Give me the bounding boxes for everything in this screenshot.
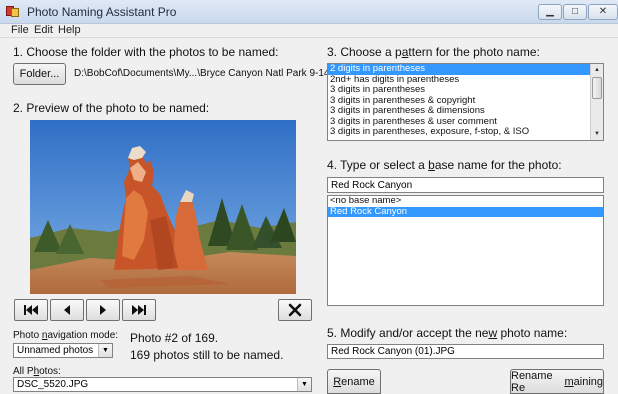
previous-photo-button[interactable] [50, 299, 84, 321]
folder-button[interactable]: Folder... [13, 63, 66, 85]
base-name-value: Red Rock Canyon [331, 179, 413, 191]
all-photos-value: DSC_5520.JPG [17, 379, 89, 390]
step4-title: 4. Type or select a base name for the ph… [327, 158, 562, 172]
scroll-thumb[interactable] [592, 77, 602, 99]
photo-preview-image [30, 120, 296, 294]
menu-edit[interactable]: Edit [34, 24, 53, 36]
new-name-value: Red Rock Canyon (01).JPG [331, 346, 455, 357]
nav-mode-select[interactable]: Unnamed photos ▼ [13, 343, 113, 358]
scroll-down-icon[interactable]: ▼ [591, 128, 603, 140]
list-item[interactable]: Red Rock Canyon [328, 206, 603, 217]
photo-preview [30, 120, 296, 294]
last-photo-button[interactable] [122, 299, 156, 321]
maximize-button[interactable]: □ [563, 4, 587, 20]
menu-help[interactable]: Help [58, 24, 81, 36]
list-item[interactable]: 3 digits in parentheses & dimensions [328, 105, 603, 117]
app-icon [6, 5, 20, 18]
chevron-down-icon: ▼ [98, 344, 112, 357]
chevron-down-icon: ▼ [297, 378, 311, 391]
list-item[interactable]: 3 digits in parentheses [328, 84, 603, 96]
list-item[interactable]: <no base name> [328, 196, 603, 207]
base-name-list[interactable]: <no base name> Red Rock Canyon [327, 195, 604, 306]
previous-photo-icon [64, 305, 70, 315]
all-photos-label: All Photos: [13, 366, 61, 377]
nav-mode-value: Unnamed photos [17, 345, 94, 356]
last-photo-icon [132, 305, 146, 315]
menu-file[interactable]: File [11, 24, 29, 36]
base-name-input[interactable]: Red Rock Canyon [327, 177, 604, 193]
step5-title: 5. Modify and/or accept the new photo na… [327, 326, 568, 340]
pattern-list-scrollbar[interactable]: ▲ ▼ [590, 64, 603, 140]
step1-title: 1. Choose the folder with the photos to … [13, 45, 279, 59]
close-x-icon [288, 303, 302, 317]
close-button[interactable]: ✕ [588, 4, 618, 20]
remaining-photos-text: 169 photos still to be named. [130, 348, 284, 362]
photo-position-text: Photo #2 of 169. [130, 331, 219, 345]
remove-photo-button[interactable] [278, 299, 312, 321]
step3-title: 3. Choose a pattern for the photo name: [327, 45, 540, 59]
first-photo-button[interactable] [14, 299, 48, 321]
rename-button[interactable]: Rename [327, 369, 381, 394]
new-name-input[interactable]: Red Rock Canyon (01).JPG [327, 344, 604, 359]
pattern-list[interactable]: 2 digits in parentheses 2nd+ has digits … [327, 63, 604, 141]
rename-remaining-button[interactable]: Rename Re m aining [510, 369, 604, 394]
all-photos-select[interactable]: DSC_5520.JPG ▼ [13, 377, 312, 392]
next-photo-button[interactable] [86, 299, 120, 321]
window-title: Photo Naming Assistant Pro [27, 5, 177, 19]
title-bar: Photo Naming Assistant Pro ▁ □ ✕ [0, 0, 618, 24]
next-photo-icon [100, 305, 106, 315]
step2-title: 2. Preview of the photo to be named: [13, 101, 210, 115]
minimize-button[interactable]: ▁ [538, 4, 562, 20]
list-item[interactable]: 2 digits in parentheses [328, 64, 603, 75]
list-item[interactable]: 3 digits in parentheses, exposure, f-sto… [328, 126, 603, 138]
menu-bar: File Edit Help [0, 24, 618, 38]
nav-mode-label: Photo navigation mode: [13, 330, 119, 341]
folder-path: D:\BobCof\Documents\My...\Bryce Canyon N… [74, 68, 344, 79]
first-photo-icon [24, 305, 38, 315]
scroll-up-icon[interactable]: ▲ [591, 64, 603, 76]
